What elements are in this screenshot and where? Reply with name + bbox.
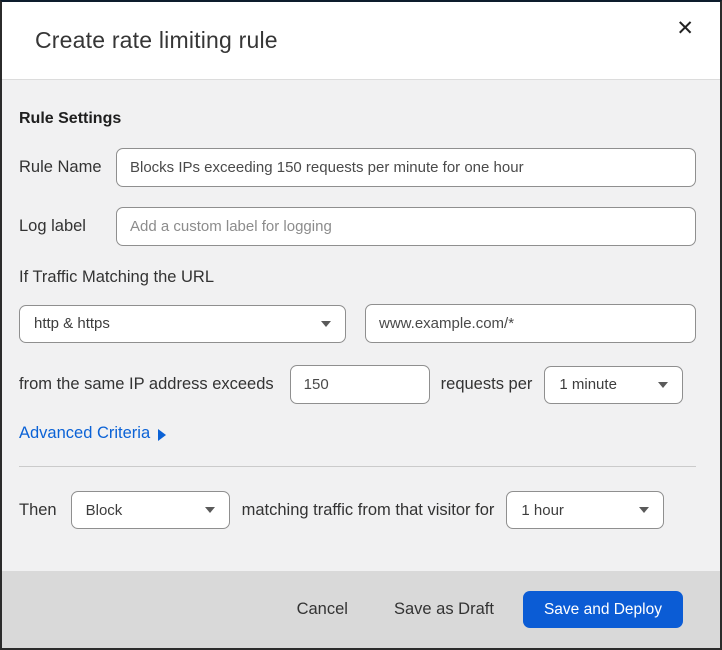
- chevron-down-icon: [204, 507, 215, 513]
- threshold-prefix-text: from the same IP address exceeds: [19, 375, 274, 393]
- then-label: Then: [19, 500, 57, 519]
- request-threshold-input[interactable]: [289, 365, 430, 404]
- chevron-down-icon: [321, 320, 331, 327]
- rule-name-row: Rule Name: [19, 148, 696, 187]
- url-pattern-input[interactable]: [365, 304, 696, 343]
- traffic-match-intro: If Traffic Matching the URL: [19, 268, 215, 286]
- scheme-select-value: http & https: [34, 315, 110, 332]
- url-match-row: http & https: [19, 304, 696, 343]
- period-select-value: 1 minute: [559, 376, 617, 393]
- advanced-criteria-label: Advanced Criteria: [19, 424, 151, 442]
- requests-per-text: requests per: [440, 375, 533, 393]
- dialog-footer: Cancel Save as Draft Save and Deploy: [2, 571, 720, 648]
- log-label-label: Log label: [19, 217, 86, 235]
- create-rate-limiting-rule-dialog: Create rate limiting rule ✕ Rule Setting…: [0, 0, 722, 650]
- dialog-title: Create rate limiting rule: [35, 27, 278, 53]
- dialog-header: Create rate limiting rule ✕: [2, 2, 720, 80]
- action-select[interactable]: Block: [70, 491, 230, 529]
- action-row: Then Block matching traffic from that vi…: [19, 491, 696, 529]
- log-label-row: Log label: [19, 207, 696, 246]
- period-select[interactable]: 1 minute: [544, 365, 684, 404]
- log-label-input[interactable]: [116, 207, 696, 246]
- duration-select[interactable]: 1 hour: [506, 491, 665, 529]
- threshold-row: from the same IP address exceeds request…: [19, 365, 696, 404]
- advanced-criteria-link[interactable]: Advanced Criteria: [19, 424, 167, 443]
- scheme-select[interactable]: http & https: [19, 304, 346, 343]
- section-divider: [19, 466, 696, 467]
- chevron-down-icon: [658, 381, 669, 388]
- rule-name-input[interactable]: [116, 148, 696, 187]
- save-and-deploy-button[interactable]: Save and Deploy: [522, 591, 683, 628]
- action-middle-text: matching traffic from that visitor for: [241, 500, 495, 519]
- dialog-body: Rule Settings Rule Name Log label If Tra…: [2, 80, 720, 571]
- rule-settings-heading: Rule Settings: [19, 110, 122, 127]
- rule-name-label: Rule Name: [19, 158, 102, 176]
- duration-select-value: 1 hour: [521, 501, 564, 519]
- triangle-right-icon: [158, 428, 167, 441]
- chevron-down-icon: [639, 507, 650, 513]
- close-icon[interactable]: ✕: [672, 14, 698, 43]
- cancel-button[interactable]: Cancel: [297, 600, 348, 619]
- action-select-value: Block: [85, 501, 123, 519]
- save-as-draft-button[interactable]: Save as Draft: [394, 600, 494, 619]
